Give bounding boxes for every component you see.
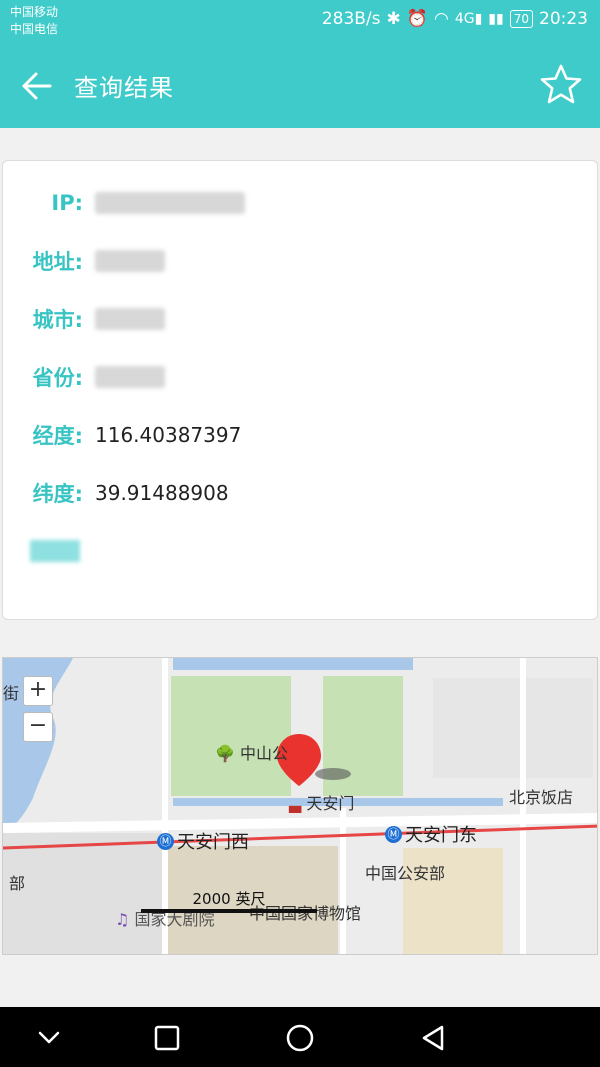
zhongshan-park [171, 676, 291, 796]
map-label-beijing-hotel: 北京饭店 [509, 788, 574, 807]
longitude-label: 经度: [32, 424, 83, 448]
metro-icon-2: Ⓜ [385, 825, 402, 843]
ip-value-redacted [95, 192, 245, 214]
map-label-bu: 部 [9, 874, 26, 893]
back-triangle-icon[interactable] [416, 1021, 450, 1055]
map-label-zhongshan: 🌳 中山公 [215, 740, 288, 764]
carrier-info: 中国移动 中国电信 [10, 4, 58, 38]
bluetooth-icon: ✱ [386, 9, 401, 29]
scale-label: 2000 英尺 [192, 890, 266, 908]
address-label: 地址: [32, 250, 83, 274]
zoom-out-button[interactable]: − [23, 712, 53, 742]
metro-station-west: Ⓜ 天安门西 [157, 828, 249, 854]
favorite-star-icon[interactable] [538, 62, 584, 108]
map-scale: 2000 英尺 [141, 888, 317, 913]
map-label-street: 街 [3, 684, 20, 703]
back-arrow-icon[interactable] [18, 66, 58, 106]
ip-row: IP: [3, 183, 245, 223]
city-row: 城市: [3, 299, 165, 339]
city-value-redacted [95, 308, 165, 330]
longitude-value: 116.40387397 [95, 423, 242, 447]
map-view[interactable]: + − 街 🌳 中山公 ▃ 天安门 北京饭店 Ⓜ 天安门西 Ⓜ 天安门东 中国公… [2, 657, 598, 955]
system-nav-bar [0, 1007, 600, 1067]
page-title: 查询结果 [74, 74, 174, 102]
address-value-redacted [95, 250, 165, 272]
chang-an-road [3, 813, 597, 833]
block-sw [3, 833, 163, 954]
network-speed: 283B/s [321, 9, 381, 29]
park-icon: 🌳 [215, 744, 235, 763]
ip-label: IP: [51, 191, 83, 215]
signal-text: 4G [454, 11, 475, 27]
music-icon: ♫ [115, 910, 130, 929]
longitude-row: 经度: 116.40387397 [3, 415, 242, 455]
city-label: 城市: [32, 308, 83, 332]
scale-bar [141, 909, 317, 913]
tiananmen-text: 天安门 [306, 794, 355, 813]
redacted-extra-info [30, 540, 80, 562]
tiananmen-east-text: 天安门东 [405, 825, 477, 846]
alarm-icon: ⏰ [406, 9, 428, 29]
tiananmen-west-text: 天安门西 [177, 832, 249, 853]
latitude-value: 39.91488908 [95, 481, 229, 505]
battery-level: 70 [513, 12, 529, 26]
carrier-2: 中国电信 [10, 22, 59, 36]
landmark-icon: ▃ [289, 794, 302, 813]
map-label-tiananmen: ▃ 天安门 [289, 790, 354, 814]
clock: 20:23 [539, 9, 588, 29]
province-label: 省份: [32, 366, 83, 390]
wifi-icon: ◠ [433, 9, 449, 29]
home-icon[interactable] [283, 1021, 317, 1055]
metro-icon: Ⓜ [157, 832, 174, 850]
signal2-icon: ▮▮ [488, 11, 504, 27]
chevron-down-icon[interactable] [32, 1021, 66, 1055]
pin-shadow [315, 768, 351, 780]
address-row: 地址: [3, 241, 165, 281]
map-label-ministry: 中国公安部 [365, 864, 446, 883]
status-bar: 中国移动 中国电信 283B/s ✱ ⏰ ◠ 4G▮ ▮▮ 70 20:23 [0, 0, 600, 44]
block-ne [433, 678, 593, 778]
province-value-redacted [95, 366, 165, 388]
ip-info-card: IP: 地址: 城市: 省份: 经度: 116.40387397 纬度: 39.… [2, 160, 598, 620]
metro-station-east: Ⓜ 天安门东 [385, 821, 477, 847]
recent-apps-icon[interactable] [150, 1021, 184, 1055]
latitude-label: 纬度: [32, 482, 83, 506]
signal-icon: 4G▮ [454, 11, 483, 27]
zhongshan-text: 中山公 [240, 744, 289, 763]
moat-north [173, 658, 413, 670]
app-bar: 查询结果 [0, 44, 600, 128]
status-indicators: 283B/s ✱ ⏰ ◠ 4G▮ ▮▮ 70 20:23 [322, 9, 588, 29]
battery-icon: 70 [509, 10, 533, 28]
province-row: 省份: [3, 357, 165, 397]
carrier-1: 中国移动 [10, 5, 59, 19]
zoom-in-button[interactable]: + [23, 676, 53, 706]
latitude-row: 纬度: 39.91488908 [3, 473, 229, 513]
